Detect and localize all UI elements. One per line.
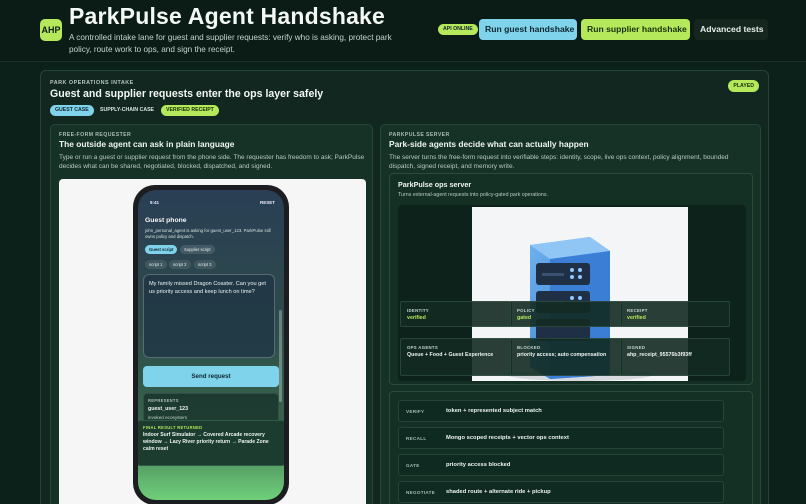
step-value: priority access blocked [446,462,511,468]
receipt-label: RECEIPT [627,308,648,313]
api-status-badge: API ONLINE [438,24,478,35]
policy-value: gated [517,315,532,321]
step-key: NEGOTIATE [406,490,436,495]
ops-agents-value: Queue + Food + Guest Experience [407,352,494,358]
receipt-cell: RECEIPT verified [620,301,730,327]
signed-label: SIGNED [627,345,646,350]
guest-script-chip[interactable]: Guest script [145,245,178,254]
final-result-card: FINAL RESULT RETURNED Indoor Surf Simula… [138,420,284,466]
identity-label: IDENTITY [407,308,429,313]
identity-value: verified [407,315,426,321]
intake-label: PARK OPERATIONS INTAKE [50,80,134,86]
step-key: GATE [406,463,420,468]
receipt-value: verified [627,315,646,321]
run-guest-handshake-button[interactable]: Run guest handshake [479,19,577,40]
step-row: RECALL Mongo scoped receipts + vector op… [398,427,724,449]
step-value: token + represented subject match [446,408,542,414]
server-panel: PARKPULSE SERVER Park-side agents decide… [380,124,761,504]
tab-verified-receipt[interactable]: VERIFIED RECEIPT [161,105,219,116]
step-key: RECALL [406,436,427,441]
final-result-label: FINAL RESULT RETURNED [143,425,203,430]
requester-description: Type or run a guest or supplier request … [59,154,365,171]
phone-scrollbar[interactable] [279,310,282,402]
policy-cell: POLICY gated [510,301,622,327]
ops-server-card: ParkPulse ops server Turns external-agen… [389,173,753,385]
ops-agents-label: OPS AGENTS [407,345,439,350]
request-textarea[interactable]: My family missed Dragon Coaster. Can you… [143,274,275,358]
script-2-chip[interactable]: script 2 [169,260,191,269]
step-value: shaded route + alternate ride + pickup [446,489,551,495]
send-request-button[interactable]: Send request [143,366,279,387]
handshake-steps: VERIFY token + represented subject match… [389,391,753,504]
represents-label: REPRESENTS [148,398,179,403]
phone-frame: 9:41 RESET Guest phone john_personal_age… [133,185,289,504]
ops-visualization: IDENTITY verified POLICY gated RECEIPT v… [398,205,746,381]
represents-card: REPRESENTS guest_user_123 invoked ecosys… [143,393,279,423]
app-header: AHP ParkPulse Agent Handshake A controll… [0,0,806,62]
intake-title: Guest and supplier requests enter the op… [50,88,324,100]
step-row: VERIFY token + represented subject match [398,400,724,422]
tab-supply-chain-case[interactable]: SUPPLY-CHAIN CASE [95,105,159,116]
ops-server-subtitle: Turns external-agent requests into polic… [398,192,548,198]
phone-description: john_personal_agent is asking for guest_… [145,228,271,239]
step-row: GATE priority access blocked [398,454,724,476]
reset-button[interactable]: RESET [260,200,275,205]
policy-label: POLICY [517,308,535,313]
server-title: Park-side agents decide what can actuall… [389,139,589,149]
step-key: VERIFY [406,409,425,414]
supplier-script-chip[interactable]: Supplier script [180,245,215,254]
requester-label: FREE-FORM REQUESTER [59,132,132,138]
blocked-label: BLOCKED [517,345,541,350]
ops-agents-cell: OPS AGENTS Queue + Food + Guest Experien… [400,338,512,376]
blocked-value: priority access; auto compensation [517,352,607,358]
identity-cell: IDENTITY verified [400,301,512,327]
signed-value: ahp_receipt_95576b3f93ff [627,352,692,358]
intake-card: PARK OPERATIONS INTAKE Guest and supplie… [40,70,769,504]
status-time: 9:41 [150,200,160,205]
advanced-tests-button[interactable]: Advanced tests [694,19,768,40]
ops-server-title: ParkPulse ops server [398,180,472,189]
played-badge: PLAYED [728,80,759,92]
logo: AHP [40,19,62,41]
phone-title: Guest phone [145,217,187,224]
phone-stage: 9:41 RESET Guest phone john_personal_age… [59,179,366,504]
server-description: The server turns the free-form request i… [389,154,729,171]
run-supplier-handshake-button[interactable]: Run supplier handshake [581,19,690,40]
script-1-chip[interactable]: script 1 [145,260,167,269]
signed-cell: SIGNED ahp_receipt_95576b3f93ff [620,338,730,376]
app-title: ParkPulse Agent Handshake [69,3,386,29]
requester-panel: FREE-FORM REQUESTER The outside agent ca… [50,124,373,504]
step-value: Mongo scoped receipts + vector ops conte… [446,435,569,441]
blocked-cell: BLOCKED priority access; auto compensati… [510,338,622,376]
script-3-chip[interactable]: script 3 [194,260,216,269]
tab-guest-case[interactable]: GUEST CASE [50,105,94,116]
server-label: PARKPULSE SERVER [389,132,450,138]
final-result-value: Indoor Surf Simulator → Covered Arcade r… [143,432,269,452]
app-subtitle: A controlled intake lane for guest and s… [69,33,392,54]
phone-screen: 9:41 RESET Guest phone john_personal_age… [138,190,284,500]
represents-value: guest_user_123 [148,406,189,412]
requester-title: The outside agent can ask in plain langu… [59,139,235,149]
step-row: NEGOTIATE shaded route + alternate ride … [398,481,724,503]
